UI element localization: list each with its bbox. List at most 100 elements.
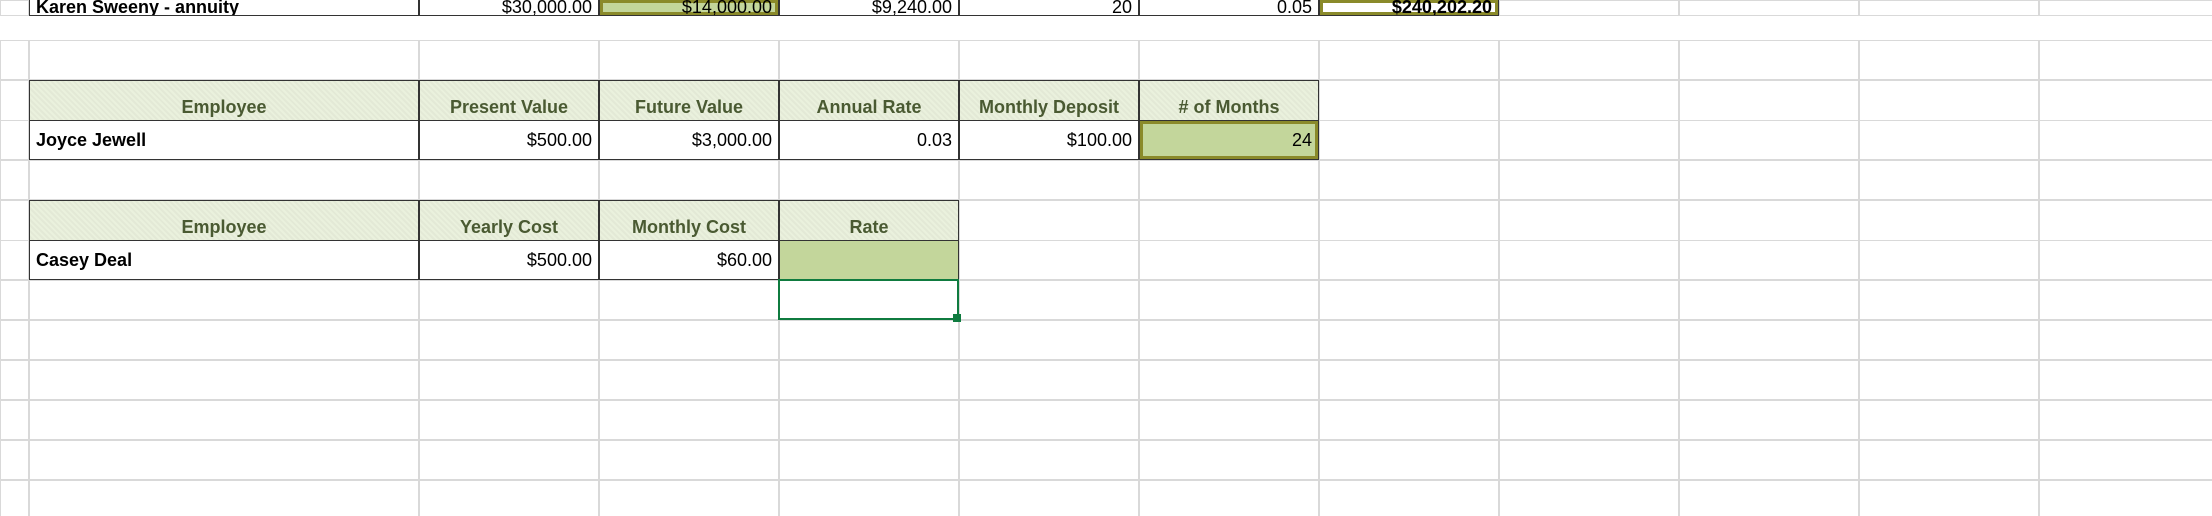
empty-cell[interactable] (1679, 160, 1859, 200)
empty-cell[interactable] (959, 480, 1139, 516)
empty-cell[interactable] (1319, 160, 1499, 200)
table2-employee[interactable]: Joyce Jewell (29, 120, 419, 160)
empty-cell[interactable] (1679, 400, 1859, 440)
empty-cell[interactable] (1319, 440, 1499, 480)
empty-cell[interactable] (1499, 360, 1679, 400)
empty-cell[interactable] (959, 360, 1139, 400)
empty-cell[interactable] (1499, 240, 1679, 280)
empty-cell[interactable] (959, 400, 1139, 440)
empty-cell[interactable] (959, 280, 1139, 320)
empty-cell[interactable] (2039, 360, 2212, 400)
empty-cell[interactable] (1139, 400, 1319, 440)
empty-cell[interactable] (779, 440, 959, 480)
table1-col3[interactable]: $9,240.00 (779, 0, 959, 16)
table3-rate-highlight[interactable] (779, 240, 959, 280)
table1-col6-highlight[interactable]: $240,202.20 (1319, 0, 1499, 16)
empty-cell[interactable] (29, 360, 419, 400)
empty-cell[interactable] (1679, 440, 1859, 480)
empty-cell[interactable] (599, 360, 779, 400)
empty-cell[interactable] (1139, 280, 1319, 320)
empty-cell[interactable] (959, 240, 1139, 280)
empty-cell[interactable] (959, 40, 1139, 80)
empty-cell[interactable] (779, 160, 959, 200)
empty-cell[interactable] (779, 400, 959, 440)
table2-monthly-deposit[interactable]: $100.00 (959, 120, 1139, 160)
empty-cell[interactable] (1499, 0, 1679, 16)
empty-cell[interactable] (599, 320, 779, 360)
empty-cell[interactable] (1859, 280, 2039, 320)
empty-cell[interactable] (2039, 480, 2212, 516)
empty-cell[interactable] (1319, 320, 1499, 360)
empty-cell[interactable] (779, 320, 959, 360)
empty-cell[interactable] (1679, 0, 1859, 16)
empty-cell[interactable] (599, 160, 779, 200)
empty-cell[interactable] (2039, 240, 2212, 280)
empty-cell[interactable] (419, 400, 599, 440)
empty-cell[interactable] (1139, 240, 1319, 280)
empty-cell[interactable] (2039, 400, 2212, 440)
empty-cell[interactable] (599, 480, 779, 516)
empty-cell[interactable] (2039, 160, 2212, 200)
empty-cell[interactable] (599, 40, 779, 80)
empty-cell[interactable] (1859, 360, 2039, 400)
empty-cell[interactable] (1499, 160, 1679, 200)
empty-cell[interactable] (599, 280, 779, 320)
empty-cell[interactable] (1859, 400, 2039, 440)
table1-col1[interactable]: $30,000.00 (419, 0, 599, 16)
empty-cell[interactable] (29, 40, 419, 80)
empty-cell[interactable] (1139, 40, 1319, 80)
empty-cell[interactable] (1499, 440, 1679, 480)
empty-cell[interactable] (1499, 280, 1679, 320)
empty-cell[interactable] (1139, 360, 1319, 400)
empty-cell[interactable] (419, 160, 599, 200)
empty-cell[interactable] (419, 480, 599, 516)
table1-col5[interactable]: 0.05 (1139, 0, 1319, 16)
empty-cell[interactable] (1499, 40, 1679, 80)
empty-cell[interactable] (1319, 400, 1499, 440)
empty-cell[interactable] (1679, 480, 1859, 516)
empty-cell[interactable] (1859, 120, 2039, 160)
empty-cell[interactable] (419, 40, 599, 80)
empty-cell[interactable] (599, 400, 779, 440)
empty-cell[interactable] (2039, 280, 2212, 320)
empty-cell[interactable] (1499, 400, 1679, 440)
empty-cell[interactable] (29, 480, 419, 516)
empty-cell[interactable] (1859, 320, 2039, 360)
table3-employee[interactable]: Casey Deal (29, 240, 419, 280)
empty-cell[interactable] (1679, 280, 1859, 320)
empty-cell[interactable] (1499, 120, 1679, 160)
table3-yearly-cost[interactable]: $500.00 (419, 240, 599, 280)
table3-monthly-cost[interactable]: $60.00 (599, 240, 779, 280)
spreadsheet-viewport[interactable]: Karen Sweeny - annuity $30,000.00 $14,00… (0, 0, 2212, 516)
empty-cell[interactable] (1319, 480, 1499, 516)
empty-cell[interactable] (1139, 320, 1319, 360)
empty-cell[interactable] (419, 440, 599, 480)
empty-cell[interactable] (419, 280, 599, 320)
empty-cell[interactable] (419, 320, 599, 360)
empty-cell[interactable] (2039, 40, 2212, 80)
empty-cell[interactable] (1859, 440, 2039, 480)
empty-cell[interactable] (959, 160, 1139, 200)
empty-cell[interactable] (1679, 120, 1859, 160)
table2-future-value[interactable]: $3,000.00 (599, 120, 779, 160)
active-cell[interactable] (779, 280, 959, 320)
empty-cell[interactable] (1499, 320, 1679, 360)
empty-cell[interactable] (1859, 0, 2039, 16)
empty-cell[interactable] (1679, 320, 1859, 360)
empty-cell[interactable] (1679, 360, 1859, 400)
empty-cell[interactable] (419, 360, 599, 400)
empty-cell[interactable] (1859, 240, 2039, 280)
empty-cell[interactable] (1319, 360, 1499, 400)
empty-cell[interactable] (1319, 240, 1499, 280)
empty-cell[interactable] (779, 40, 959, 80)
table1-employee[interactable]: Karen Sweeny - annuity (29, 0, 419, 16)
empty-cell[interactable] (29, 160, 419, 200)
empty-cell[interactable] (2039, 0, 2212, 16)
table1-col2-highlight[interactable]: $14,000.00 (599, 0, 779, 16)
empty-cell[interactable] (779, 480, 959, 516)
empty-cell[interactable] (1499, 480, 1679, 516)
empty-cell[interactable] (1139, 480, 1319, 516)
empty-cell[interactable] (29, 400, 419, 440)
empty-cell[interactable] (1319, 120, 1499, 160)
empty-cell[interactable] (29, 280, 419, 320)
